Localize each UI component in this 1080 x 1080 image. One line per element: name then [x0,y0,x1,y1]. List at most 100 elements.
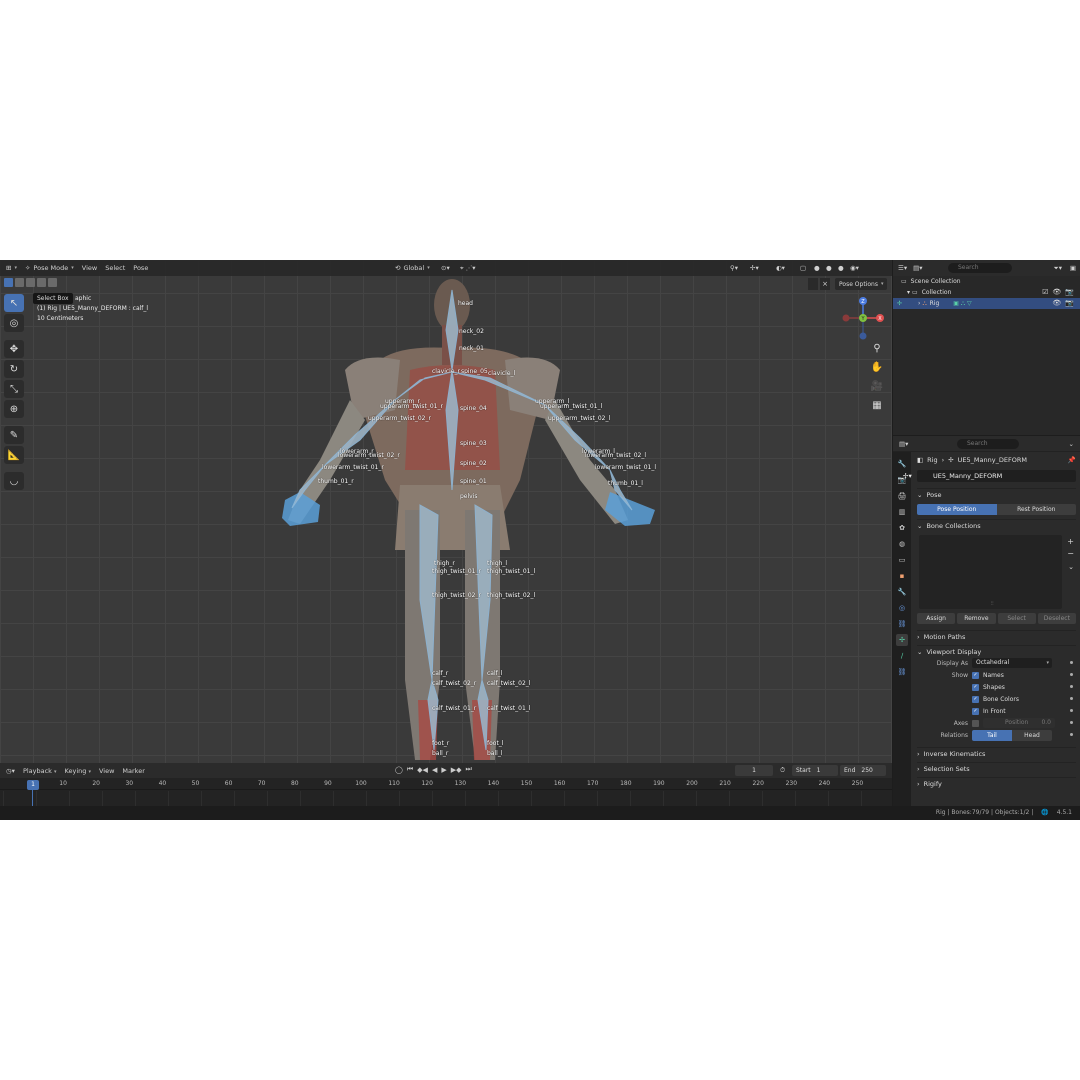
panel-rigify-header[interactable]: › Rigify [917,777,1076,789]
xray-icon[interactable]: ▢ [800,264,806,272]
eye-icon[interactable]: 👁 [1052,288,1061,296]
bone-label[interactable]: clavicle_l [488,370,515,377]
panel-pose-header[interactable]: ⌄ Pose [917,488,1076,500]
bone-label[interactable]: upperarm_twist_01_l [540,403,602,410]
outliner-editor-icon[interactable]: ☰▾ [898,264,907,272]
keyframe-dot[interactable] [1070,697,1073,700]
bone-label[interactable]: calf_twist_01_l [487,705,530,712]
prev-keyframe-icon[interactable]: ◆◀ [417,766,428,774]
shading-material-icon[interactable]: ● [838,264,844,272]
modifier-tab-icon[interactable]: 🔧 [896,586,908,598]
playhead-frame-label[interactable]: 1 [27,780,39,790]
menu-view[interactable]: View [82,264,97,272]
display-mode-icon[interactable]: ▤▾ [913,264,922,272]
bone-label[interactable]: lowerarm_twist_02_l [585,452,646,459]
head-button[interactable]: Head [1012,729,1052,741]
names-checkbox[interactable]: ✓ [972,671,979,679]
scale-icon[interactable]: ⤡ [4,380,24,398]
bone-label[interactable]: calf_twist_01_r [432,705,476,712]
display-as-dropdown[interactable]: Octahedral ▾ [972,658,1052,668]
new-collection-icon[interactable]: ▣ [1070,264,1076,272]
panel-viewport-display-header[interactable]: ⌄ Viewport Display [917,645,1076,657]
outliner-row-rig[interactable]: ✢ › ⛬ Rig ▣ ⛬ ▽ 👁 📷 [893,298,1080,309]
shading-solid-icon[interactable]: ● [826,264,832,272]
assign-button[interactable]: Assign [917,613,956,624]
perspective-grid-icon[interactable]: ▦ [870,399,884,413]
move-icon[interactable]: ✥ [4,340,24,358]
rest-position-button[interactable]: Rest Position [996,504,1076,515]
select-button[interactable]: Select [997,613,1036,624]
resize-handle[interactable]: ⁝⁝ [991,601,994,607]
bone-label[interactable]: thigh_twist_02_r [432,592,481,599]
remove-button[interactable]: Remove [957,613,996,624]
menu-keying[interactable]: Keying ▾ [65,767,91,775]
axes-position-field[interactable]: Position 0.0 [983,718,1055,728]
bone-label[interactable]: thigh_twist_01_r [432,568,481,575]
cursor-icon[interactable]: ◎ [4,314,24,332]
physics-tab-icon[interactable]: ◎ [896,602,908,614]
bone-label[interactable]: ball_l [487,750,503,757]
jump-start-icon[interactable]: ⏮ [407,765,413,774]
bone-label[interactable]: clavicle_r [432,368,460,375]
bone-label[interactable]: spine_01 [460,478,487,485]
axes-checkbox[interactable] [972,719,979,727]
start-frame-field[interactable]: Start 1 [792,765,838,776]
rotate-icon[interactable]: ↻ [4,360,24,378]
bone-label[interactable]: foot_r [432,740,449,747]
collection-tab-icon[interactable]: ▭ [896,554,908,566]
outliner-search-input[interactable]: Search [948,263,1012,273]
bone-label[interactable]: upperarm_twist_02_l [548,415,610,422]
record-icon[interactable]: ◯ [395,766,403,774]
play-reverse-icon[interactable]: ◀ [432,766,437,774]
end-frame-field[interactable]: End 250 [840,765,886,776]
bone-label[interactable]: spine_04 [460,405,487,412]
select-intersect-icon[interactable] [48,278,57,287]
current-frame-field[interactable]: 1 [735,765,773,776]
constraints-tab-icon[interactable]: ⛓ [896,618,908,630]
panel-inverse-kinematics-header[interactable]: › Inverse Kinematics [917,747,1076,759]
bone-label[interactable]: thigh_r [434,560,455,567]
outliner-row-collection[interactable]: ▾ ▭ Collection ☑ 👁 📷 [893,287,1080,298]
camera-render-icon[interactable]: 📷 [1065,288,1074,296]
annotate-icon[interactable]: ✎ [4,426,24,444]
bone-label[interactable]: lowerarm_twist_01_r [322,464,384,471]
bone-label[interactable]: lowerarm_twist_02_r [338,452,400,459]
menu-select[interactable]: Select [105,264,125,272]
keyframe-dot[interactable] [1070,721,1073,724]
pin-icon[interactable]: 📌 [1068,456,1076,464]
transform-icon[interactable]: ⊕ [4,400,24,418]
view-layer-tab-icon[interactable]: ▥ [896,506,908,518]
pan-hand-icon[interactable]: ✋ [870,361,884,375]
keyframe-dot[interactable] [1070,685,1073,688]
object-tab-icon[interactable]: ▪ [896,570,908,582]
frame-ruler[interactable]: 10 20 30 40 50 60 70 80 90 100 110 120 130 140 150 160 1… [0,778,892,790]
shapes-checkbox[interactable]: ✓ [972,683,979,691]
close-icon[interactable]: × [820,278,830,290]
bone-label[interactable]: calf_l [487,670,502,677]
3d-viewport[interactable]: head neck_02 neck_01 clavicle_r clavicle_l sp… [0,260,892,763]
jump-end-icon[interactable]: ⏭ [466,765,472,774]
bone-label[interactable]: thigh_twist_01_l [487,568,535,575]
snap-icon[interactable]: ⌖ ⋰▾ [460,264,476,273]
properties-search-input[interactable]: Search [957,439,1019,449]
bone-label[interactable]: thumb_01_r [318,478,354,485]
bone-label[interactable]: lowerarm_twist_01_l [595,464,656,471]
bend-icon[interactable]: ◡ [4,472,24,490]
panel-selection-sets-header[interactable]: › Selection Sets [917,762,1076,774]
navigation-gizmo[interactable]: Z X Y [838,296,888,346]
shading-wireframe-icon[interactable]: ● [814,264,820,272]
scene-tab-icon[interactable]: ✿ [896,522,908,534]
bone-label[interactable]: foot_l [487,740,503,747]
bone-label[interactable]: upperarm_twist_01_r [380,403,443,410]
pose-options-dropdown[interactable]: Pose Options ▾ [835,278,888,290]
output-tab-icon[interactable]: 🖨 [896,490,908,502]
visibility-icon[interactable]: ⚲▾ [730,264,738,272]
armature-name-field[interactable]: ✢▾ UE5_Manny_DEFORM [903,470,1076,482]
camera-render-icon[interactable]: 📷 [1065,299,1074,307]
properties-editor-icon[interactable]: ▤▾ [899,440,908,448]
panel-bone-collections-header[interactable]: ⌄ Bone Collections [917,519,1076,531]
chevron-down-icon[interactable]: ▾ [907,289,910,296]
camera-icon[interactable]: 🎥 [870,380,884,394]
mode-dropdown[interactable]: ✧ Pose Mode ▾ [25,264,74,272]
add-icon[interactable]: + [1067,537,1074,546]
